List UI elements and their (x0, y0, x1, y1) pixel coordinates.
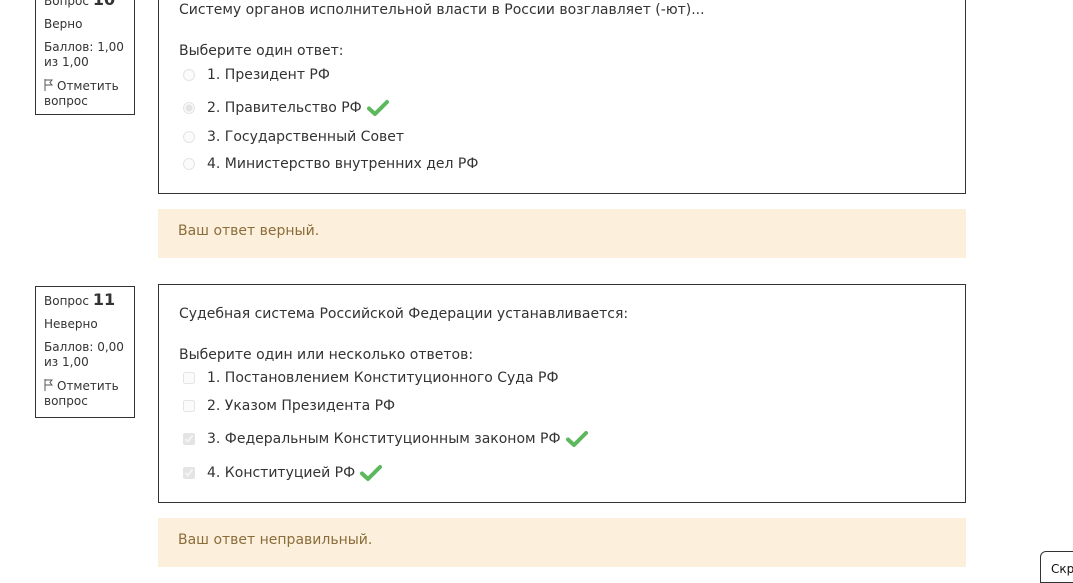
flag-label: Отметить вопрос (44, 379, 119, 408)
answer-label: 4. Конституцией РФ (207, 465, 356, 481)
feedback-text: Ваш ответ неправильный. (178, 532, 373, 548)
answer-option-3[interactable]: 3. Федеральным Конституционным законом Р… (183, 429, 588, 449)
correct-check-icon (366, 100, 389, 116)
answer-radio[interactable] (183, 158, 195, 170)
correct-check-icon (360, 465, 383, 481)
answer-option-2[interactable]: 2. Указом Президента РФ (183, 396, 395, 416)
feedback-box: Ваш ответ верный. (158, 209, 966, 258)
feedback-text: Ваш ответ верный. (178, 223, 320, 239)
correct-check-icon (565, 431, 588, 447)
answer-label: 2. Правительство РФ (207, 100, 362, 116)
answer-prompt: Выберите один ответ: (179, 43, 344, 59)
answer-radio[interactable] (183, 102, 195, 114)
answer-label: 3. Государственный Совет (207, 129, 405, 145)
question-content-10: Систему органов исполнительной власти в … (158, 0, 966, 194)
answer-label: 2. Указом Президента РФ (207, 398, 396, 414)
question-grade: Баллов: 1,00 из 1,00 (44, 40, 124, 69)
flag-question-link[interactable]: Отметить вопрос (44, 79, 126, 109)
answer-label: 1. Постановлением Конституционного Суда … (207, 370, 559, 386)
question-number: 10 (93, 0, 115, 9)
question-text: Судебная система Российской Федерации ус… (179, 306, 629, 322)
answer-option-1[interactable]: 1. Постановлением Конституционного Суда … (183, 368, 559, 388)
answer-label: 4. Министерство внутренних дел РФ (207, 156, 479, 172)
answer-checkbox[interactable] (183, 372, 195, 384)
screenshot-button[interactable]: Скр (1040, 551, 1073, 583)
question-info-11: Вопрос 11 Неверно Баллов: 0,00 из 1,00 О… (35, 286, 135, 418)
answer-option-4[interactable]: 4. Конституцией РФ (183, 463, 383, 483)
flag-icon (44, 79, 53, 91)
flag-icon (44, 379, 53, 391)
answer-option-1[interactable]: 1. Президент РФ (183, 65, 330, 85)
question-content-11: Судебная система Российской Федерации ус… (158, 284, 966, 503)
question-info-10: Вопрос 10 Верно Баллов: 1,00 из 1,00 Отм… (35, 0, 135, 115)
answer-label: 3. Федеральным Конституционным законом Р… (207, 431, 561, 447)
flag-question-link[interactable]: Отметить вопрос (44, 379, 126, 409)
answer-option-3[interactable]: 3. Государственный Совет (183, 127, 404, 147)
flag-label: Отметить вопрос (44, 79, 119, 108)
feedback-box: Ваш ответ неправильный. (158, 518, 966, 567)
question-grade: Баллов: 0,00 из 1,00 (44, 340, 124, 369)
answer-label: 1. Президент РФ (207, 67, 330, 83)
question-text: Систему органов исполнительной власти в … (179, 2, 705, 18)
answer-option-2[interactable]: 2. Правительство РФ (183, 98, 389, 118)
question-state: Верно (44, 17, 83, 31)
question-label: Вопрос (44, 0, 89, 8)
answer-checkbox[interactable] (183, 467, 195, 479)
answer-option-4[interactable]: 4. Министерство внутренних дел РФ (183, 154, 478, 174)
question-state: Неверно (44, 317, 98, 331)
answer-checkbox[interactable] (183, 400, 195, 412)
answer-radio[interactable] (183, 131, 195, 143)
answer-radio[interactable] (183, 69, 195, 81)
answer-checkbox[interactable] (183, 433, 195, 445)
question-number: 11 (92, 290, 116, 309)
question-label: Вопрос (44, 294, 89, 308)
answer-prompt: Выберите один или несколько ответов: (179, 347, 474, 363)
